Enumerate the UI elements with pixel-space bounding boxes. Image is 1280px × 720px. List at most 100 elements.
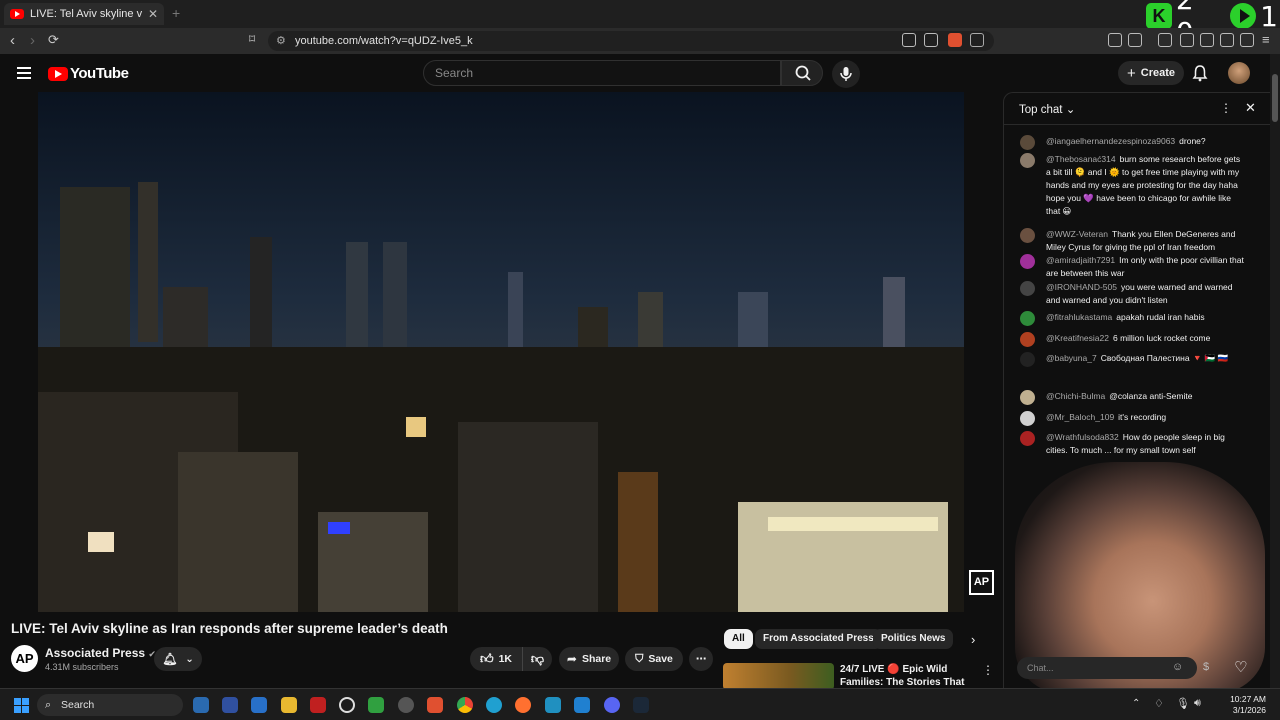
chat-author-avatar[interactable] bbox=[1020, 228, 1035, 243]
chat-author-avatar[interactable] bbox=[1020, 135, 1035, 150]
taskbar-search-label: Search bbox=[61, 699, 95, 711]
chat-author-avatar[interactable] bbox=[1020, 281, 1035, 296]
chips-next-icon[interactable]: › bbox=[971, 632, 975, 647]
chat-author-name[interactable]: @IRONHAND-505 bbox=[1046, 282, 1117, 292]
heart-icon[interactable]: ♡ bbox=[1234, 658, 1247, 676]
chat-author-avatar[interactable] bbox=[1020, 254, 1035, 269]
brave-browser-icon[interactable] bbox=[427, 697, 443, 713]
notifications-bell-icon[interactable] bbox=[1192, 64, 1208, 82]
app-icon-7[interactable] bbox=[545, 697, 561, 713]
sidebar-icon[interactable] bbox=[1180, 33, 1194, 47]
channel-name[interactable]: Associated Press ✔ bbox=[45, 646, 156, 660]
chat-author-avatar[interactable] bbox=[1020, 390, 1035, 405]
video-player[interactable] bbox=[38, 92, 964, 612]
chat-author-name[interactable]: @Chichi-Bulma bbox=[1046, 391, 1105, 401]
app-icon-4[interactable] bbox=[339, 697, 355, 713]
recommendation-thumbnail[interactable] bbox=[723, 663, 834, 690]
screenshot-icon[interactable] bbox=[1128, 33, 1142, 47]
new-tab-button[interactable]: + bbox=[172, 5, 180, 21]
youtube-logo[interactable]: YouTube bbox=[48, 65, 129, 82]
app-icon-2[interactable] bbox=[251, 697, 267, 713]
close-chat-icon[interactable]: ✕ bbox=[1245, 100, 1256, 116]
channel-avatar[interactable]: AP bbox=[11, 645, 38, 672]
firefox-icon[interactable] bbox=[515, 697, 531, 713]
taskbar-search[interactable]: ⌕ Search bbox=[37, 694, 183, 716]
rewards-icon[interactable] bbox=[970, 33, 984, 47]
create-button[interactable]: + Create bbox=[1118, 61, 1184, 85]
emoji-icon[interactable]: ☺ bbox=[1172, 661, 1183, 673]
share-button[interactable]: ➦ Share bbox=[559, 647, 619, 671]
chat-author-avatar[interactable] bbox=[1020, 153, 1035, 168]
chat-author-name[interactable]: @iangaelhernandezespinoza9063 bbox=[1046, 136, 1175, 146]
widgets-icon[interactable] bbox=[193, 697, 209, 713]
page-scrollbar[interactable] bbox=[1270, 54, 1280, 688]
share-page-icon[interactable] bbox=[924, 33, 938, 47]
app-icon-5[interactable] bbox=[368, 697, 384, 713]
chat-author-avatar[interactable] bbox=[1020, 352, 1035, 367]
voice-search-button[interactable] bbox=[832, 60, 860, 88]
leo-ai-icon[interactable] bbox=[1220, 33, 1234, 47]
chat-author-name[interactable]: @fitrahlukastama bbox=[1046, 312, 1112, 322]
chat-author-name[interactable]: @amiradjaith7291 bbox=[1046, 255, 1115, 265]
chat-mode-dropdown[interactable]: Top chat ⌄ bbox=[1019, 102, 1075, 116]
media-icon[interactable] bbox=[902, 33, 916, 47]
forward-icon[interactable]: › bbox=[30, 32, 35, 49]
app-icon-1[interactable] bbox=[222, 697, 238, 713]
account-avatar[interactable] bbox=[1228, 62, 1250, 84]
like-button[interactable]: 👍︎ 1K bbox=[470, 647, 522, 671]
hamburger-menu-icon[interactable] bbox=[17, 67, 31, 79]
menu-icon[interactable]: ≡ bbox=[1262, 32, 1270, 47]
super-chat-icon[interactable]: $ bbox=[1203, 661, 1209, 673]
vscode-icon[interactable] bbox=[574, 697, 590, 713]
mic-tray-icon[interactable]: 🎙︎ bbox=[1176, 697, 1190, 710]
youtube-logo-text: YouTube bbox=[70, 65, 129, 82]
steam-icon[interactable] bbox=[633, 697, 649, 713]
chat-input[interactable]: Chat... bbox=[1017, 657, 1197, 679]
brave-shields-icon[interactable] bbox=[948, 33, 962, 47]
chrome-icon[interactable] bbox=[457, 697, 473, 713]
windows-start-icon[interactable] bbox=[14, 698, 29, 713]
bookmark-icon[interactable]: ⌑ bbox=[249, 32, 255, 46]
app-icon-3[interactable] bbox=[310, 697, 326, 713]
system-clock[interactable]: 10:27 AM 3/1/2026 bbox=[1208, 694, 1266, 716]
url-field[interactable]: ⚙ youtube.com/watch?v=qUDZ-Ive5_k bbox=[268, 31, 994, 51]
wallet-icon[interactable] bbox=[1200, 33, 1214, 47]
extensions-icon[interactable] bbox=[1108, 33, 1122, 47]
chat-author-name[interactable]: @Mr_Baloch_109 bbox=[1046, 412, 1114, 422]
chat-author-avatar[interactable] bbox=[1020, 411, 1035, 426]
discord-icon[interactable] bbox=[604, 697, 620, 713]
chat-author-name[interactable]: @Wrathfulsoda832 bbox=[1046, 432, 1119, 442]
close-tab-icon[interactable]: ✕ bbox=[148, 7, 158, 21]
edge-icon[interactable] bbox=[486, 697, 502, 713]
scrollbar-thumb[interactable] bbox=[1272, 74, 1278, 122]
chip-from-associated-press[interactable]: From Associated Press bbox=[755, 629, 882, 649]
search-button[interactable] bbox=[781, 60, 823, 86]
chat-author-name[interactable]: @babyuna_7 bbox=[1046, 353, 1097, 363]
recommendation-menu-icon[interactable]: ⋮ bbox=[982, 663, 994, 677]
save-button[interactable]: ⛉ Save bbox=[625, 647, 683, 671]
chat-author-avatar[interactable] bbox=[1020, 311, 1035, 326]
chat-author-name[interactable]: @Thebosanać314 bbox=[1046, 154, 1116, 164]
chip-all[interactable]: All bbox=[724, 629, 753, 649]
chat-more-icon[interactable]: ⋮ bbox=[1220, 101, 1232, 115]
more-actions-button[interactable]: ⋯ bbox=[689, 647, 713, 671]
chip-politics-news[interactable]: Politics News bbox=[873, 629, 954, 649]
file-explorer-icon[interactable] bbox=[281, 697, 297, 713]
browser-tab[interactable]: LIVE: Tel Aviv skyline view as I ✕ bbox=[4, 3, 164, 25]
tray-chevron-icon[interactable]: ⌃ bbox=[1132, 698, 1140, 709]
tray-icon-1[interactable]: ♢ bbox=[1154, 697, 1164, 710]
vpn-icon[interactable] bbox=[1240, 33, 1254, 47]
subscription-bell-button[interactable]: 🔔︎ ⌄ bbox=[154, 647, 202, 671]
chat-author-avatar[interactable] bbox=[1020, 332, 1035, 347]
app-icon-6[interactable] bbox=[398, 697, 414, 713]
bookmarks-icon[interactable] bbox=[1158, 33, 1172, 47]
reload-icon[interactable]: ⟳ bbox=[48, 32, 59, 48]
site-settings-icon[interactable]: ⚙ bbox=[276, 31, 286, 51]
back-icon[interactable]: ‹ bbox=[10, 32, 15, 49]
chat-author-avatar[interactable] bbox=[1020, 431, 1035, 446]
volume-icon[interactable]: 🔊︎ bbox=[1194, 697, 1201, 710]
search-input[interactable]: Search bbox=[423, 60, 781, 86]
chat-author-name[interactable]: @WWZ-Veteran bbox=[1046, 229, 1108, 239]
dislike-button[interactable]: 👎︎ bbox=[522, 647, 552, 671]
chat-author-name[interactable]: @Kreatifnesia22 bbox=[1046, 333, 1109, 343]
